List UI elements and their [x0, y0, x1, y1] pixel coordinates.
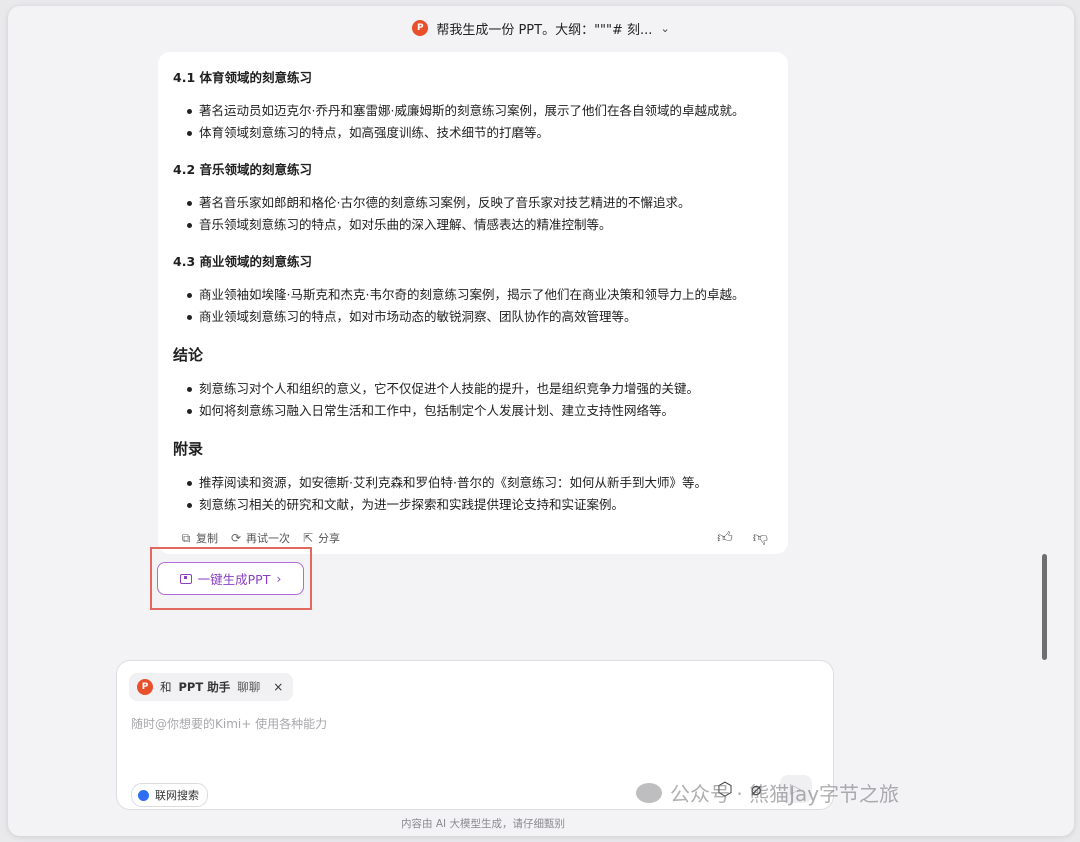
bullet-list: 商业领袖如埃隆·马斯克和杰克·韦尔奇的刻意练习案例，揭示了他们在商业决策和领导力… [173, 284, 778, 328]
assistant-message: 4.1 体育领域的刻意练习 著名运动员如迈克尔·乔丹和塞雷娜·威廉姆斯的刻意练习… [158, 52, 788, 554]
list-item: 刻意练习相关的研究和文献，为进一步探索和实践提供理论支持和实证案例。 [173, 494, 778, 516]
list-item: 刻意练习对个人和组织的意义，它不仅促进个人技能的提升，也是组织竞争力增强的关键。 [173, 378, 778, 400]
list-item: 著名音乐家如郎朗和格伦·古尔德的刻意练习案例，反映了音乐家对技艺精进的不懈追求。 [173, 192, 778, 214]
bullet-list: 著名音乐家如郎朗和格伦·古尔德的刻意练习案例，反映了音乐家对技艺精进的不懈追求。… [173, 192, 778, 236]
app-window: P 帮我生成一份 PPT。大纲："""# 刻... ⌄ 4.1 体育领域的刻意练… [8, 6, 1074, 836]
watermark: 公众号 · 熊猫Jay字节之旅 [636, 778, 899, 807]
ppt-icon: P [412, 20, 429, 36]
list-item: 推荐阅读和资源，如安德斯·艾利克森和罗伯特·普尔的《刻意练习：如何从新手到大师》… [173, 472, 778, 494]
refresh-icon: ⟳ [230, 531, 242, 545]
list-item: 如何将刻意练习融入日常生活和工作中，包括制定个人发展计划、建立支持性网络等。 [173, 400, 778, 422]
copy-icon: ⧉ [181, 531, 191, 545]
message-actions: ⧉ 复制 ⟳ 再试一次 ⇱ 分享 [180, 530, 340, 546]
close-icon[interactable]: × [273, 680, 283, 694]
list-item: 体育领域刻意练习的特点，如高强度训练、技术细节的打磨等。 [173, 122, 778, 144]
generate-ppt-button[interactable]: 一键生成PPT › [157, 562, 304, 595]
assistant-chip[interactable]: P 和 PPT 助手 聊聊 × [129, 673, 294, 701]
ppt-icon: P [137, 679, 153, 695]
section-heading: 4.2 音乐领域的刻意练习 [173, 162, 312, 177]
list-item: 商业领袖如埃隆·马斯克和杰克·韦尔奇的刻意练习案例，揭示了他们在商业决策和领导力… [173, 284, 778, 306]
bullet-list: 推荐阅读和资源，如安德斯·艾利克森和罗伯特·普尔的《刻意练习：如何从新手到大师》… [173, 472, 778, 516]
copy-button[interactable]: ⧉ 复制 [180, 530, 218, 546]
section-heading: 结论 [173, 346, 204, 364]
toggle-indicator [138, 789, 149, 801]
chevron-down-icon[interactable]: ⌄ [660, 22, 669, 35]
share-button[interactable]: ⇱ 分享 [302, 530, 340, 546]
list-item: 著名运动员如迈克尔·乔丹和塞雷娜·威廉姆斯的刻意练习案例，展示了他们在各自领域的… [173, 100, 778, 122]
message-content: 4.1 体育领域的刻意练习 著名运动员如迈克尔·乔丹和塞雷娜·威廉姆斯的刻意练习… [173, 68, 778, 516]
list-item: 商业领域刻意练习的特点，如对市场动态的敏锐洞察、团队协作的高效管理等。 [173, 306, 778, 328]
share-icon: ⇱ [302, 531, 314, 545]
web-search-toggle[interactable]: 联网搜索 [131, 783, 208, 807]
thumbs-down-icon[interactable]: 👎︎ [753, 528, 768, 547]
scrollbar[interactable] [1042, 554, 1047, 660]
watermark-text: 公众号 · 熊猫Jay字节之旅 [670, 782, 900, 806]
section-heading: 4.1 体育领域的刻意练习 [173, 70, 312, 85]
bullet-list: 刻意练习对个人和组织的意义，它不仅促进个人技能的提升，也是组织竞争力增强的关键。… [173, 378, 778, 422]
disclaimer: 内容由 AI 大模型生成，请仔细甄别 [401, 818, 565, 830]
message-input[interactable]: 随时@你想要的Kimi+ 使用各种能力 [131, 715, 327, 732]
web-search-label: 联网搜索 [155, 789, 199, 802]
retry-label: 再试一次 [246, 532, 290, 545]
wechat-icon [636, 782, 662, 803]
presentation-icon [179, 573, 192, 584]
chip-prefix: 和 [160, 680, 172, 694]
copy-label: 复制 [196, 532, 218, 545]
conversation-title-bar[interactable]: P 帮我生成一份 PPT。大纲："""# 刻... ⌄ [8, 14, 1074, 42]
bullet-list: 著名运动员如迈克尔·乔丹和塞雷娜·威廉姆斯的刻意练习案例，展示了他们在各自领域的… [173, 100, 778, 144]
conversation-title[interactable]: 帮我生成一份 PPT。大纲："""# 刻... [436, 19, 652, 38]
list-item: 音乐领域刻意练习的特点，如对乐曲的深入理解、情感表达的精准控制等。 [173, 214, 778, 236]
chip-suffix: 聊聊 [237, 680, 261, 694]
retry-button[interactable]: ⟳ 再试一次 [230, 530, 290, 546]
section-heading: 附录 [173, 440, 204, 458]
feedback-buttons: 👍︎ 👎︎ [717, 528, 768, 547]
chevron-right-icon: › [276, 571, 282, 586]
chip-assistant-name: PPT 助手 [178, 680, 231, 694]
thumbs-up-icon[interactable]: 👍︎ [717, 528, 733, 547]
share-label: 分享 [318, 532, 340, 545]
section-heading: 4.3 商业领域的刻意练习 [173, 254, 312, 269]
generate-ppt-label: 一键生成PPT [197, 572, 271, 587]
